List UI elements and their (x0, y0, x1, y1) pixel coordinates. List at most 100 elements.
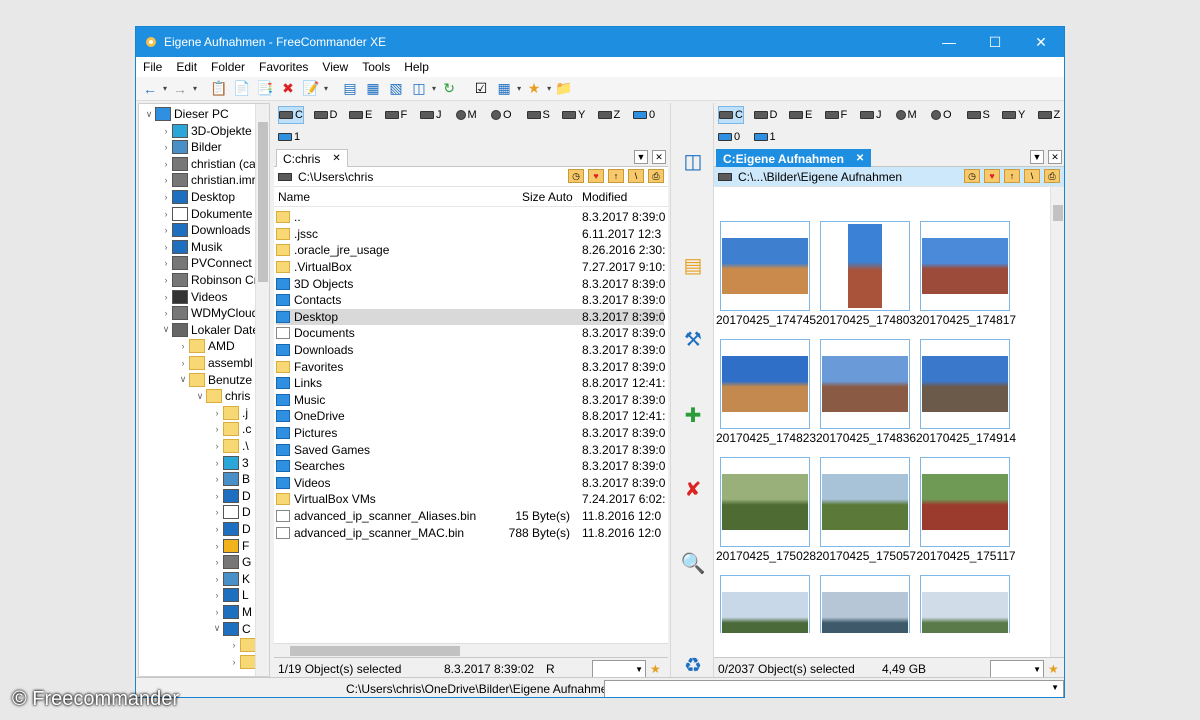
tree-item[interactable]: › christian (ca (160, 156, 256, 172)
drive-button-z[interactable]: Z (1037, 106, 1060, 124)
thumbnail-view[interactable]: 20170425_174745 20170425_174803 20170425_1… (714, 187, 1050, 633)
chevron-down-icon[interactable]: ∨ (177, 374, 189, 385)
chevron-right-icon[interactable]: › (228, 640, 240, 650)
sync-remove-icon[interactable]: ✘ (679, 475, 707, 503)
column-size[interactable]: Size Auto (522, 190, 573, 204)
chevron-right-icon[interactable]: › (228, 657, 240, 667)
file-row[interactable]: .. 8.3.2017 8:39:0 (276, 209, 665, 226)
view-dual-icon[interactable]: ◫ (409, 79, 429, 99)
chevron-right-icon[interactable]: › (160, 175, 172, 185)
chevron-right-icon[interactable]: › (211, 474, 223, 484)
tree-item[interactable]: ∨ Dieser PC (143, 106, 229, 122)
left-tab-chris[interactable]: C:chris ✕ (276, 149, 348, 167)
chevron-right-icon[interactable]: › (211, 607, 223, 617)
drive-button-0[interactable]: 0 (633, 106, 655, 124)
chevron-right-icon[interactable]: › (211, 590, 223, 600)
delete-icon[interactable]: ✖ (278, 79, 298, 99)
close-button[interactable]: ✕ (1018, 27, 1064, 57)
refresh-icon[interactable]: ↻ (439, 79, 459, 99)
tree-item[interactable]: › assembl (177, 355, 253, 371)
tree-item[interactable]: ∨ C (211, 621, 251, 637)
menu-file[interactable]: File (136, 60, 169, 74)
drive-button-s[interactable]: S (526, 106, 550, 124)
file-row[interactable]: Downloads 8.3.2017 8:39:0 (276, 342, 665, 359)
tree-item[interactable]: › M (211, 604, 252, 620)
tree-vertical-scrollbar[interactable] (255, 104, 269, 676)
up-folder-icon[interactable]: ↑ (608, 169, 624, 183)
filter-icon[interactable]: ★ (1048, 662, 1059, 676)
tree-item[interactable]: › Musik (160, 239, 222, 255)
chevron-right-icon[interactable]: › (211, 424, 223, 434)
chevron-right-icon[interactable]: › (211, 524, 223, 534)
forward-icon[interactable]: → (170, 79, 190, 99)
file-row[interactable]: Documents 8.3.2017 8:39:0 (276, 325, 665, 342)
drive-button-o[interactable]: O (931, 106, 952, 124)
tab-list-icon[interactable]: ▼ (634, 150, 648, 164)
tab-close-icon[interactable]: ✕ (332, 153, 340, 164)
tree-item[interactable]: › WDMyCloud (160, 305, 258, 321)
tree-item[interactable]: › Dokumente (160, 206, 252, 222)
folder-tree-toggle-icon[interactable]: ▤ (679, 251, 707, 279)
chevron-right-icon[interactable]: › (160, 308, 172, 318)
command-line-input[interactable]: ▼ (604, 680, 1064, 697)
drive-button-1[interactable]: 1 (278, 128, 300, 146)
grid-dropdown-icon[interactable]: ▾ (517, 84, 521, 93)
file-row[interactable]: .jssc 6.11.2017 12:3 (276, 226, 664, 243)
file-row[interactable]: advanced_ip_scanner_MAC.bin 788 Byte(s) 11… (276, 524, 664, 541)
left-horizontal-scrollbar[interactable] (274, 643, 668, 657)
menu-view[interactable]: View (315, 60, 355, 74)
menu-favorites[interactable]: Favorites (252, 60, 315, 74)
tab-list-icon[interactable]: ▼ (1030, 150, 1044, 164)
tree-item[interactable]: › F (211, 538, 249, 554)
tree-item[interactable]: › Desktop (160, 189, 235, 205)
chevron-right-icon[interactable]: › (177, 341, 189, 351)
drive-button-0[interactable]: 0 (718, 128, 740, 146)
drive-button-e[interactable]: E (789, 106, 812, 124)
grid-icon[interactable]: ▦ (494, 79, 514, 99)
file-row[interactable]: .oracle_jre_usage 8.26.2016 2:30: (276, 242, 665, 259)
chevron-right-icon[interactable]: › (177, 358, 189, 368)
favorite-heart-icon[interactable]: ♥ (984, 169, 1000, 183)
chevron-right-icon[interactable]: › (160, 292, 172, 302)
root-folder-icon[interactable]: \ (1024, 169, 1040, 183)
chevron-right-icon[interactable]: › (160, 126, 172, 136)
chevron-right-icon[interactable]: › (160, 242, 172, 252)
tree-item[interactable]: › Bilder (160, 139, 222, 155)
menu-edit[interactable]: Edit (169, 60, 204, 74)
view-details-icon[interactable]: ▦ (363, 79, 383, 99)
move-icon[interactable]: 📄 (232, 79, 252, 99)
properties-dropdown-icon[interactable]: ▾ (324, 84, 328, 93)
view-list-icon[interactable]: ▤ (340, 79, 360, 99)
tree-item[interactable]: › G (211, 554, 251, 570)
drive-button-z[interactable]: Z (597, 106, 620, 124)
tree-item[interactable]: › .\ (211, 438, 249, 454)
column-modified[interactable]: Modified (582, 190, 627, 204)
tab-close-all-icon[interactable]: ✕ (1048, 150, 1062, 164)
maximize-button[interactable]: ☐ (972, 27, 1018, 57)
up-folder-icon[interactable]: ↑ (1004, 169, 1020, 183)
tab-close-all-icon[interactable]: ✕ (652, 150, 666, 164)
file-row[interactable]: Videos 8.3.2017 8:39:0 (276, 475, 665, 492)
chevron-down-icon[interactable]: ∨ (194, 391, 206, 402)
favorites-dropdown-icon[interactable]: ▾ (547, 84, 551, 93)
chevron-down-icon[interactable]: ∨ (143, 109, 155, 120)
column-name[interactable]: Name (278, 190, 310, 204)
file-row[interactable]: Searches 8.3.2017 8:39:0 (276, 458, 665, 475)
tree-item[interactable]: › L (211, 587, 249, 603)
chevron-down-icon[interactable]: ∨ (211, 623, 223, 634)
copy-icon[interactable]: 📋 (209, 79, 229, 99)
sync-add-icon[interactable]: ✚ (679, 401, 707, 429)
chevron-right-icon[interactable]: › (160, 225, 172, 235)
tree-item[interactable]: › christian.imr (160, 172, 256, 188)
drive-button-c[interactable]: C (718, 106, 744, 124)
back-icon[interactable]: ← (140, 79, 160, 99)
recycle-bin-icon[interactable]: ♻ (679, 651, 707, 679)
menu-folder[interactable]: Folder (204, 60, 252, 74)
left-filter-dropdown[interactable]: ▼ (592, 660, 646, 678)
menu-tools[interactable]: Tools (355, 60, 397, 74)
tree-item[interactable]: › AMD (177, 338, 235, 354)
chevron-right-icon[interactable]: › (160, 275, 172, 285)
file-row[interactable]: Saved Games 8.3.2017 8:39:0 (276, 441, 665, 458)
drive-button-j[interactable]: J (860, 106, 882, 124)
view-dropdown-icon[interactable]: ▾ (432, 84, 436, 93)
